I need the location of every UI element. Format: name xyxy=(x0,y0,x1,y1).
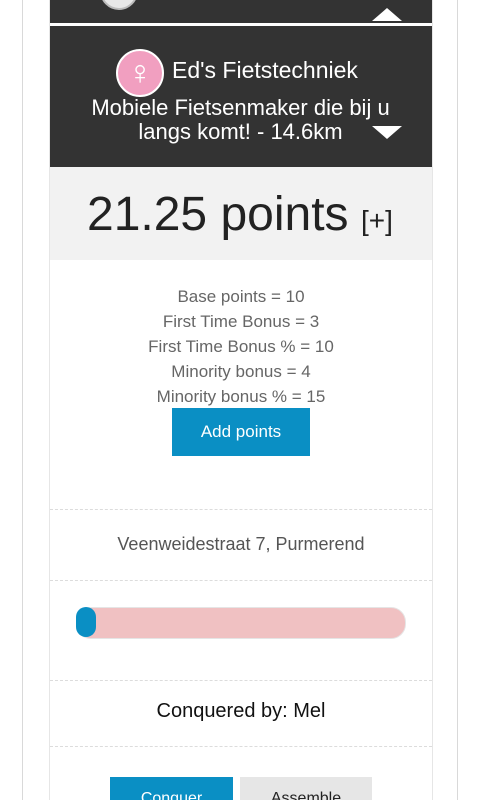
progress-track xyxy=(76,607,406,639)
breakdown-line: First Time Bonus % = 10 xyxy=(148,337,334,356)
avatar xyxy=(100,0,138,10)
progress-fill xyxy=(76,607,96,637)
points-breakdown: Base points = 10 First Time Bonus = 3 Fi… xyxy=(50,284,432,409)
add-points-button[interactable]: Add points xyxy=(172,408,310,456)
collapse-arrow-icon[interactable] xyxy=(372,8,402,21)
breakdown-line: Minority bonus % = 15 xyxy=(156,387,326,406)
shop-header[interactable]: ♀ Ed's Fietstechniek Mobiele Fietsenmake… xyxy=(50,26,432,167)
divider xyxy=(50,509,432,510)
assemble-button[interactable]: Assemble xyxy=(240,777,372,800)
points-toggle[interactable]: [+] xyxy=(361,205,393,237)
shop-name: Ed's Fietstechniek xyxy=(172,57,358,83)
conquer-button[interactable]: Conquer xyxy=(110,777,233,800)
page-border-right xyxy=(457,0,458,800)
previous-item-strip[interactable] xyxy=(50,0,432,23)
location-card: ♀ Ed's Fietstechniek Mobiele Fietsenmake… xyxy=(49,0,433,800)
page-border-left xyxy=(22,0,23,800)
divider xyxy=(50,580,432,581)
breakdown-line: First Time Bonus = 3 xyxy=(162,312,320,331)
breakdown-line: Minority bonus = 4 xyxy=(171,362,311,381)
points-total: 21.25 points xyxy=(87,188,349,241)
address: Veenweidestraat 7, Purmerend xyxy=(117,534,365,554)
venus-icon: ♀ xyxy=(116,49,164,97)
breakdown-line: Base points = 10 xyxy=(177,287,305,306)
shop-description: Mobiele Fietsenmaker die bij u langs kom… xyxy=(91,95,390,144)
points-summary: 21.25 points [+] xyxy=(50,167,432,260)
divider xyxy=(50,680,432,681)
divider xyxy=(50,746,432,747)
expand-arrow-icon[interactable] xyxy=(372,126,402,139)
conquered-by: Conquered by: Mel xyxy=(156,700,326,722)
